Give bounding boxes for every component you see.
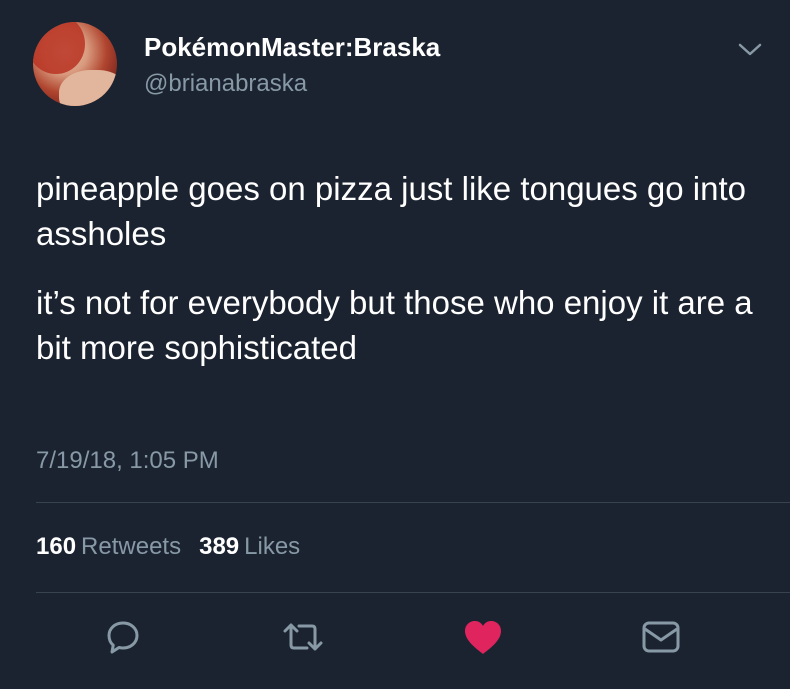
heart-icon: [465, 621, 501, 654]
retweets-count: 160: [36, 533, 77, 560]
like-button[interactable]: [458, 612, 508, 662]
message-icon: [642, 621, 680, 653]
divider: [36, 502, 790, 503]
avatar-hair: [33, 22, 85, 74]
retweet-icon: [283, 623, 323, 651]
avatar[interactable]: [33, 22, 117, 106]
display-name[interactable]: PokémonMaster:Braska: [144, 32, 440, 63]
likes-label: Likes: [244, 533, 301, 560]
likes-stat[interactable]: 389 Likes: [199, 533, 318, 560]
divider: [36, 592, 790, 593]
chevron-down-icon[interactable]: [733, 32, 767, 66]
retweet-button[interactable]: [278, 612, 328, 662]
tweet-stats: 160 Retweets 389 Likes: [36, 533, 318, 561]
likes-count: 389: [199, 533, 240, 560]
tweet-paragraph: pineapple goes on pizza just like tongue…: [36, 170, 746, 252]
avatar-body: [59, 70, 117, 106]
tweet-text: pineapple goes on pizza just like tongue…: [36, 166, 766, 370]
retweets-label: Retweets: [81, 533, 182, 560]
user-handle[interactable]: @brianabraska: [144, 70, 307, 98]
reply-icon: [107, 621, 139, 654]
tweet-header: PokémonMaster:Braska @brianabraska: [33, 22, 763, 122]
reply-button[interactable]: [98, 612, 148, 662]
message-button[interactable]: [636, 612, 686, 662]
action-bar: [0, 612, 790, 668]
retweets-stat[interactable]: 160 Retweets: [36, 533, 199, 560]
tweet-timestamp: 7/19/18, 1:05 PM: [36, 447, 219, 474]
tweet-paragraph: it’s not for everybody but those who enj…: [36, 284, 753, 366]
